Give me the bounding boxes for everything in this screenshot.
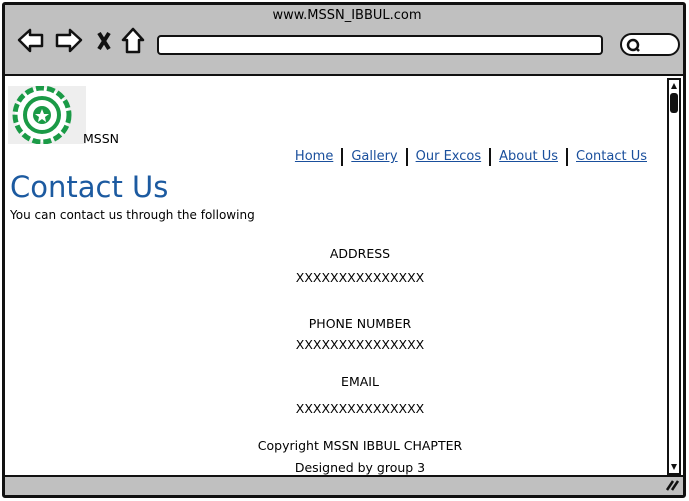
vertical-scrollbar[interactable] [667,78,681,475]
browser-nav-icons [17,27,145,54]
forward-arrow-icon[interactable] [55,28,83,53]
logo-label: MSSN [83,131,120,146]
main-nav: Home Gallery Our Excos About Us Contact … [287,148,655,166]
nav-our-excos[interactable]: Our Excos [405,148,490,166]
search-icon [626,38,640,52]
browser-window: www.MSSN_IBBUL.com MSSN Home Gallery Our… [2,2,686,498]
nav-home[interactable]: Home [287,148,341,166]
scroll-up-icon [671,83,677,89]
email-label: EMAIL [341,374,379,389]
nav-gallery[interactable]: Gallery [341,148,405,166]
back-arrow-icon[interactable] [17,28,44,53]
phone-value: XXXXXXXXXXXXXXX [295,337,425,352]
scrollbar-parts [670,83,678,470]
nav-contact-us[interactable]: Contact Us [566,148,655,166]
footer-copyright: Copyright MSSN IBBUL CHAPTER [257,438,463,453]
address-label: ADDRESS [329,246,391,261]
page-subtitle: You can contact us through the following [10,208,255,222]
page-content: MSSN Home Gallery Our Excos About Us Con… [5,74,683,477]
phone-label: PHONE NUMBER [308,316,412,331]
scroll-thumb [670,93,678,113]
search-field[interactable] [620,33,680,56]
footer-designed-by: Designed by group 3 [294,460,426,475]
scroll-down-icon [671,464,677,470]
nav-about-us[interactable]: About Us [489,148,566,166]
close-x-icon[interactable] [97,31,111,51]
address-value: XXXXXXXXXXXXXXX [295,270,425,285]
email-value: XXXXXXXXXXXXXXX [295,401,425,416]
resize-grip-icon[interactable] [665,478,679,492]
home-icon[interactable] [121,27,145,54]
mssn-logo [8,86,86,144]
page-title: Contact Us [10,170,169,204]
address-bar[interactable] [157,35,603,55]
window-title: www.MSSN_IBBUL.com [272,8,422,23]
